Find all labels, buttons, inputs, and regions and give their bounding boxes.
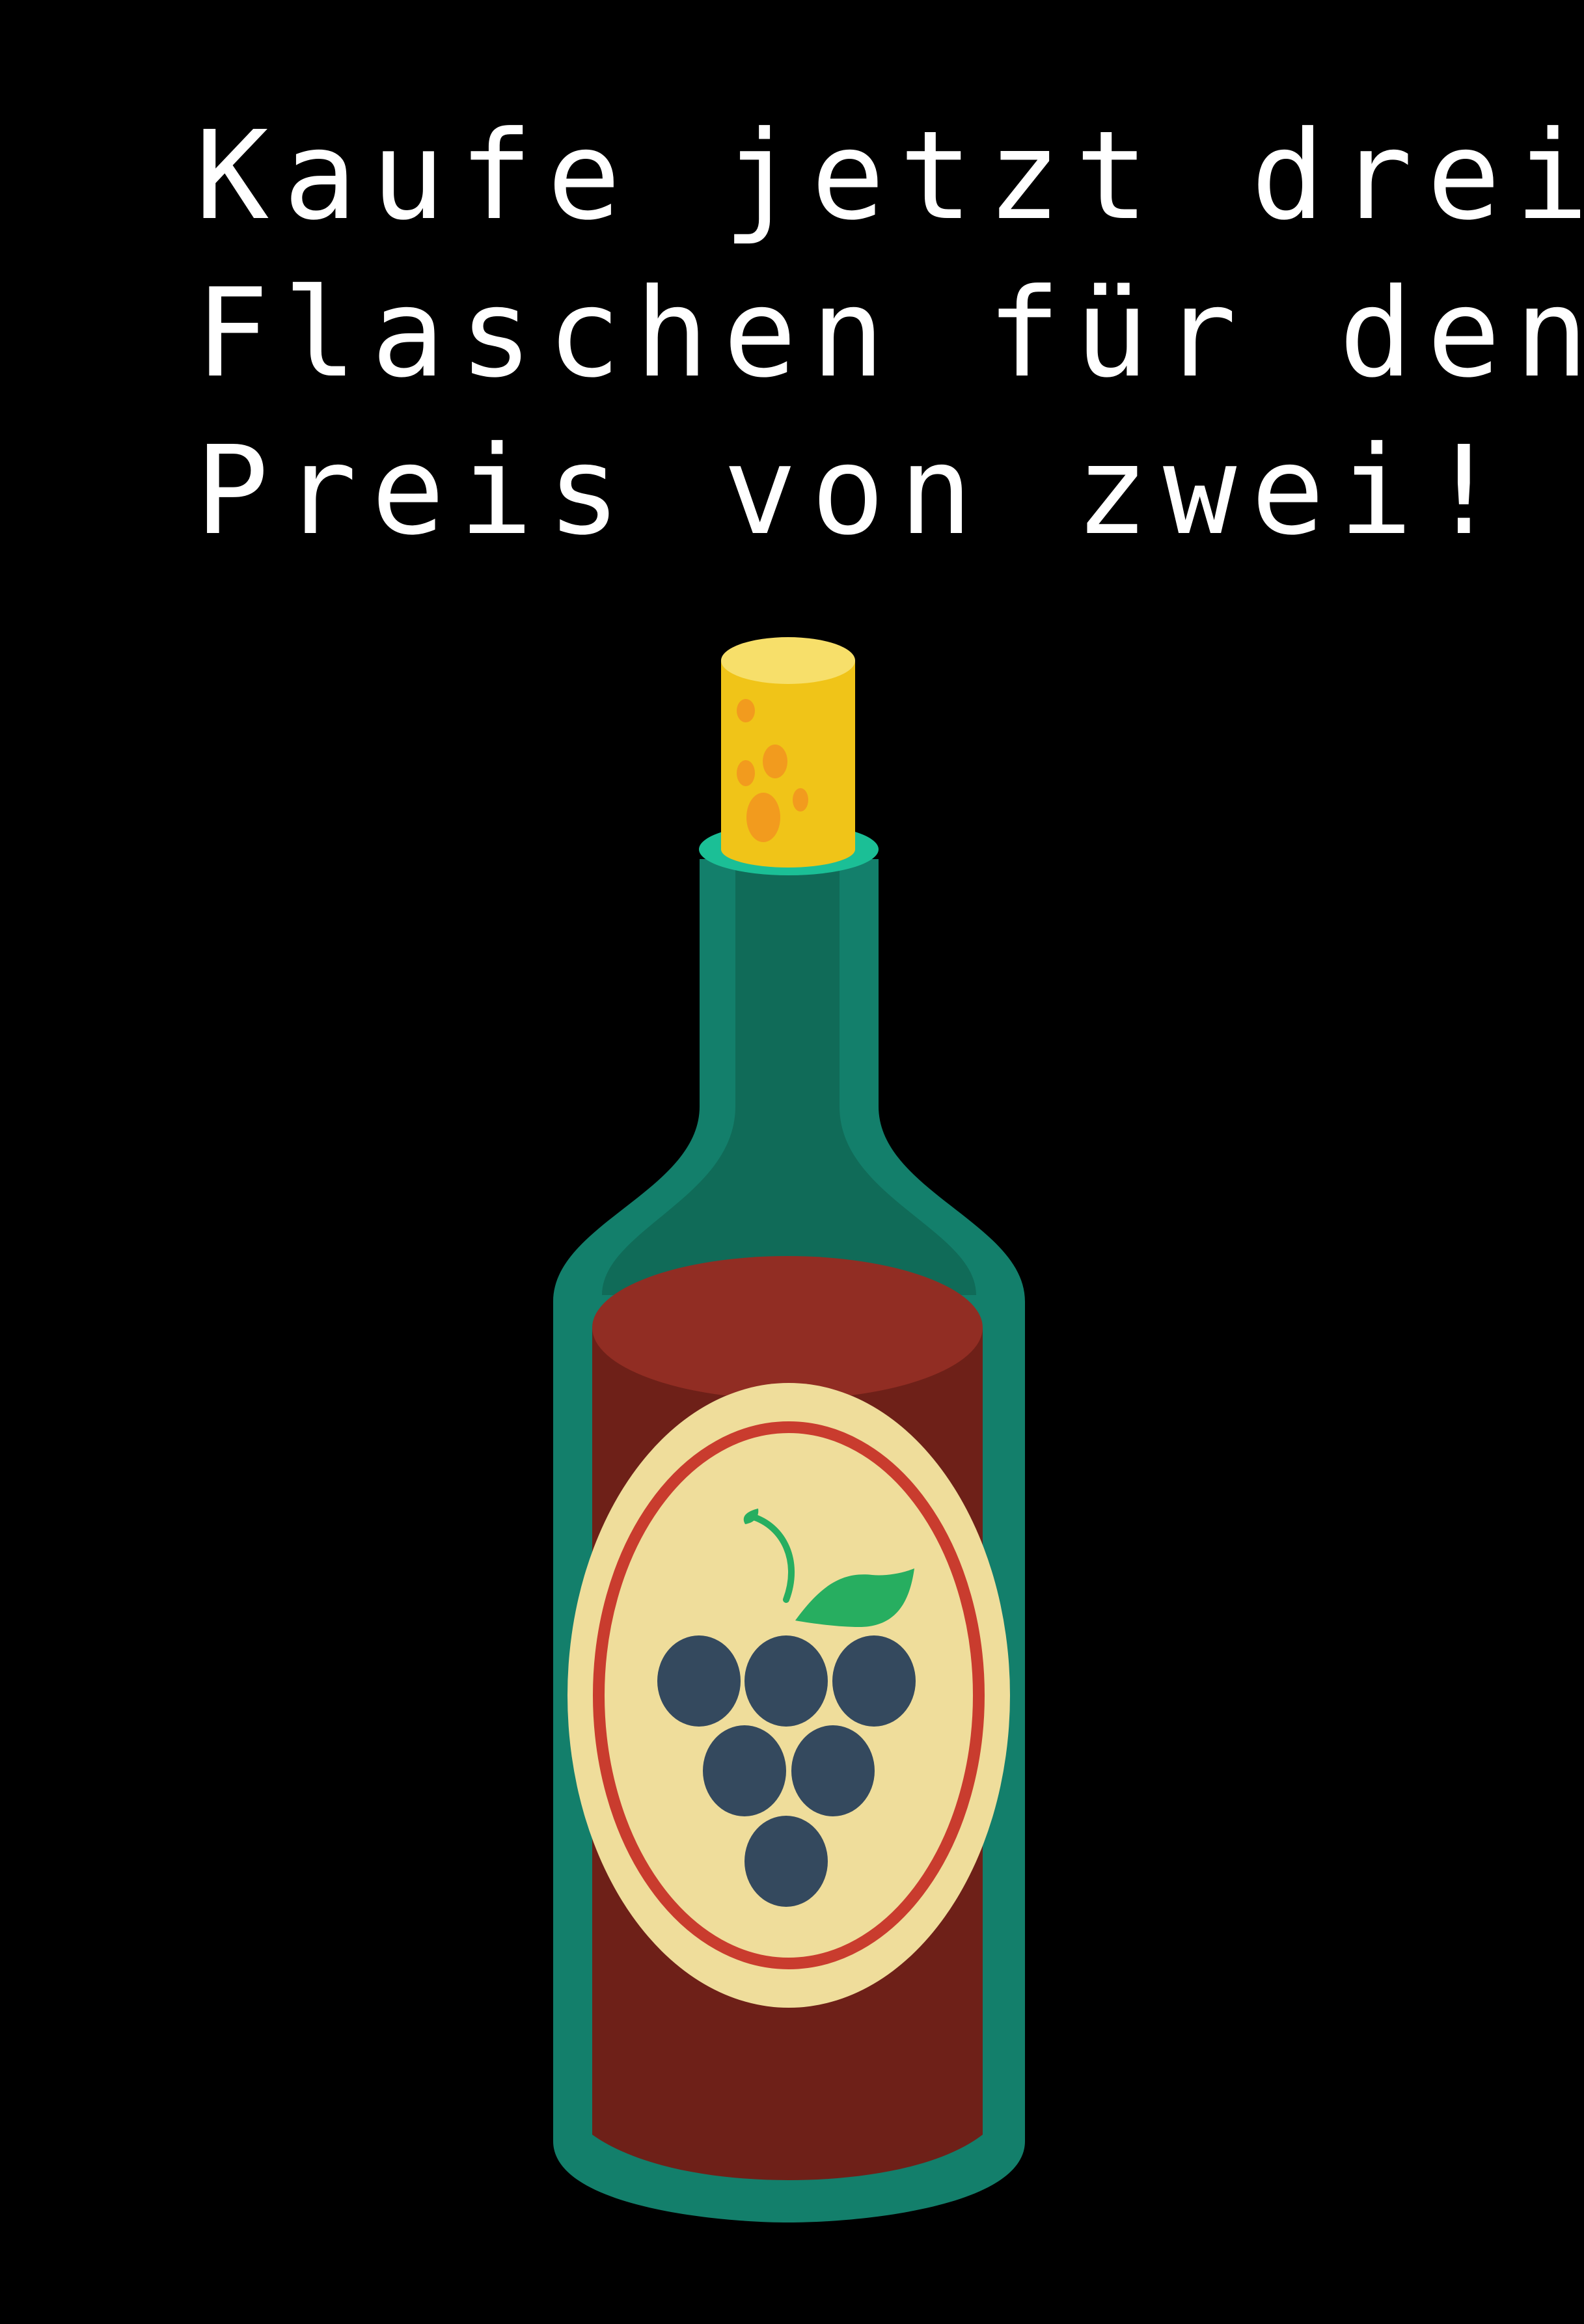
cork [721, 661, 855, 849]
bottle-neck-shade [602, 859, 976, 1295]
cork-bottom [721, 831, 855, 868]
cork-top [721, 637, 855, 684]
promo-poster: Kaufe jetzt drei Flaschen für den Preis … [0, 0, 1584, 2324]
wine-bottle-illustration [553, 637, 1025, 2222]
wine-surface [592, 1256, 983, 1399]
